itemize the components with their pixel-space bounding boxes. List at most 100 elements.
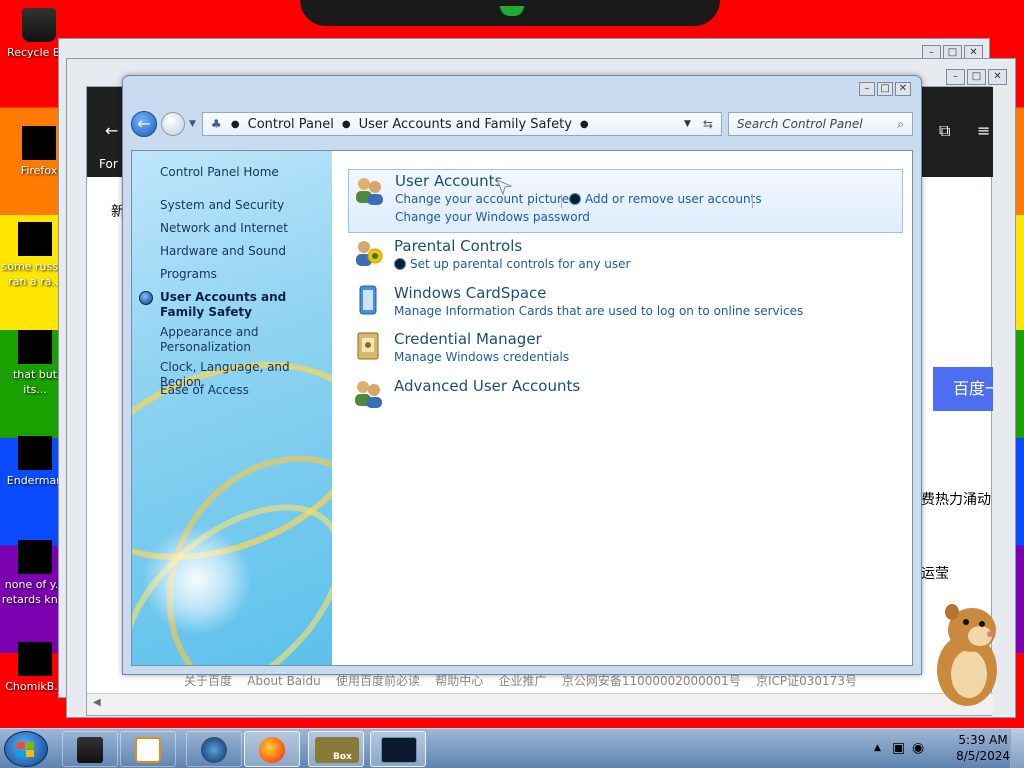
navigation-bar: ← ▼ ♣ ● Control Panel ● User Accounts an… [131, 102, 913, 146]
sidebar-decoration [142, 525, 252, 635]
minimize-icon[interactable]: – [946, 69, 965, 85]
sidebar-item-control-panel-home[interactable]: Control Panel Home [160, 165, 330, 180]
footer-link[interactable]: 使用百度前必读 [336, 674, 420, 688]
breadcrumb-control-panel[interactable]: Control Panel [248, 117, 334, 132]
title-bar[interactable]: – □ ✕ [123, 76, 921, 102]
file-icon [18, 330, 52, 364]
file-icon [18, 642, 52, 676]
category-advanced-user-accounts[interactable]: Advanced User Accounts [348, 375, 903, 411]
cardspace-icon [359, 285, 377, 315]
horizontal-scrollbar[interactable]: ◀ [87, 693, 993, 715]
clock[interactable]: 5:39 AM 8/5/2024 [956, 732, 1010, 764]
start-button[interactable] [4, 731, 48, 767]
breadcrumb-separator-icon[interactable]: ● [580, 119, 589, 130]
menu-icon[interactable]: ≡ [977, 121, 990, 140]
link-manage-information-cards[interactable]: Manage Information Cards that are used t… [394, 304, 803, 318]
category-user-accounts[interactable]: User Accounts Change your account pictur… [348, 169, 903, 233]
explorer-icon [77, 737, 103, 763]
taskbar: Box ▲ ▣ ◉ 5:39 AM 8/5/2024 [0, 728, 1024, 768]
category-title[interactable]: Credential Manager [394, 330, 542, 348]
search-icon[interactable]: ⌕ [897, 117, 904, 132]
parental-controls-icon [356, 241, 383, 266]
maximize-icon[interactable]: □ [967, 69, 986, 85]
users-icon [355, 381, 382, 408]
footer-link[interactable]: 京公网安备11000002000001号 [562, 674, 741, 688]
refresh-icon[interactable]: ⇆ [703, 117, 713, 131]
category-title[interactable]: User Accounts [395, 172, 502, 190]
footer-link[interactable]: 关于百度 [184, 674, 232, 688]
shield-icon [569, 193, 581, 205]
taskbar-item-explorer[interactable] [62, 731, 118, 767]
shield-icon [394, 258, 406, 270]
category-windows-cardspace[interactable]: Windows CardSpace Manage Information Car… [348, 282, 903, 326]
sidebar: Control Panel Home System and Security N… [132, 151, 332, 665]
sidebar-item-hardware-sound[interactable]: Hardware and Sound [160, 244, 330, 259]
breadcrumb-separator-icon[interactable]: ● [231, 119, 240, 130]
minimize-icon[interactable]: – [859, 82, 875, 96]
control-panel-content: Control Panel Home System and Security N… [131, 150, 913, 666]
credential-manager-icon [357, 332, 379, 360]
footer-link[interactable]: 京ICP证030173号 [756, 674, 857, 688]
sidebar-item-appearance[interactable]: Appearance and Personalization [160, 325, 270, 355]
back-arrow-icon[interactable]: ← [105, 121, 118, 140]
extensions-icon[interactable]: ⧉ [939, 121, 950, 141]
file-icon [18, 222, 52, 256]
close-icon[interactable]: ✕ [895, 82, 911, 96]
baidu-hot-text-2: 运莹 [921, 566, 949, 582]
maximize-icon[interactable]: □ [877, 82, 893, 96]
search-box[interactable]: Search Control Panel ⌕ [727, 112, 913, 136]
category-title[interactable]: Windows CardSpace [394, 284, 547, 302]
close-icon[interactable]: ✕ [988, 69, 1007, 85]
footer-link[interactable]: 帮助中心 [435, 674, 483, 688]
main-pane: User Accounts Change your account pictur… [332, 151, 912, 665]
control-panel-taskbar-icon [381, 737, 417, 763]
link-separator [561, 194, 562, 208]
show-hidden-icons[interactable]: ▲ [874, 743, 881, 753]
category-parental-controls[interactable]: Parental Controls Set up parental contro… [348, 235, 903, 279]
media-player-icon [135, 737, 161, 763]
show-desktop-button[interactable] [1010, 729, 1024, 768]
taskbar-item-box[interactable]: Box [308, 731, 364, 767]
taskbar-item-firefox[interactable] [244, 731, 300, 767]
footer-link[interactable]: About Baidu [247, 674, 320, 688]
breadcrumb-user-accounts[interactable]: User Accounts and Family Safety [359, 117, 572, 132]
forward-button[interactable] [161, 112, 185, 136]
taskbar-item-ie[interactable] [186, 731, 242, 767]
file-icon [18, 436, 52, 470]
sidebar-item-ease-of-access[interactable]: Ease of Access [160, 383, 330, 398]
back-button[interactable]: ← [131, 111, 157, 137]
globe-icon [201, 737, 227, 763]
link-manage-windows-credentials[interactable]: Manage Windows credentials [394, 350, 569, 364]
taskbar-item-media-player[interactable] [120, 731, 176, 767]
footer-link[interactable]: 企业推广 [499, 674, 547, 688]
volume-icon[interactable]: ◉ [912, 740, 924, 756]
address-dropdown-icon[interactable]: ▼ [684, 119, 691, 129]
scroll-left-icon[interactable]: ◀ [93, 697, 101, 708]
taskbar-item-control-panel[interactable] [370, 731, 426, 767]
control-panel-icon: ♣ [210, 117, 222, 131]
network-icon[interactable]: ▣ [892, 740, 905, 756]
sidebar-item-user-accounts[interactable]: User Accounts and Family Safety [160, 290, 320, 320]
clock-date: 8/5/2024 [956, 749, 1010, 763]
recent-pages-dropdown[interactable]: ▼ [189, 119, 196, 129]
breadcrumb-separator-icon[interactable]: ● [342, 119, 351, 130]
link-change-account-picture[interactable]: Change your account picture [395, 192, 569, 206]
link-setup-parental-controls[interactable]: Set up parental controls for any user [394, 257, 630, 271]
address-bar[interactable]: ♣ ● Control Panel ● User Accounts and Fa… [201, 112, 722, 136]
link-add-remove-accounts[interactable]: Add or remove user accounts [569, 192, 762, 206]
search-placeholder: Search Control Panel [736, 117, 863, 131]
category-title[interactable]: Parental Controls [394, 237, 522, 255]
category-credential-manager[interactable]: Credential Manager Manage Windows creden… [348, 328, 903, 372]
link-change-password[interactable]: Change your Windows password [395, 210, 590, 224]
hamster-mascot-image[interactable] [922, 600, 1012, 710]
sidebar-item-network-internet[interactable]: Network and Internet [160, 221, 330, 236]
sidebar-item-system-security[interactable]: System and Security [160, 198, 330, 213]
file-icon [18, 540, 52, 574]
sidebar-item-programs[interactable]: Programs [160, 267, 330, 282]
clock-time: 5:39 AM [958, 733, 1008, 747]
baidu-search-button[interactable]: 百度一 [933, 367, 993, 411]
category-title[interactable]: Advanced User Accounts [394, 377, 580, 395]
recycle-bin-icon [22, 8, 56, 42]
firefox-icon [259, 737, 285, 763]
mouse-cursor-icon [496, 179, 513, 196]
